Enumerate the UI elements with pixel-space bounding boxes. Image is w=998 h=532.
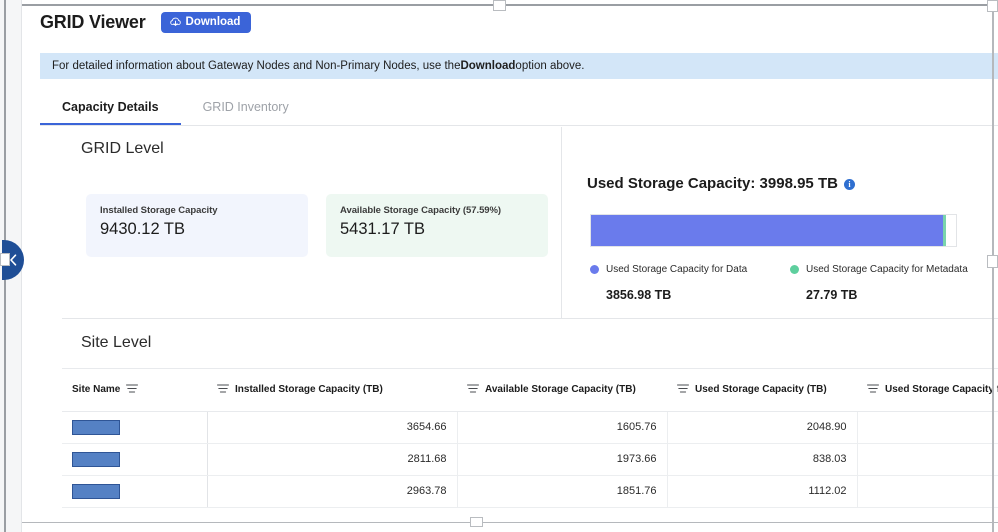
cell-installed: 3654.66: [207, 411, 457, 443]
redacted-site-name: [72, 484, 120, 499]
legend-value-metadata: 27.79 TB: [806, 288, 990, 302]
redacted-site-name: [72, 452, 120, 467]
column-header-used-data[interactable]: Used Storage Capacity for Data (: [857, 369, 998, 411]
cell-used-data: 803: [857, 443, 998, 475]
legend-head-data: Used Storage Capacity for Data: [590, 264, 790, 275]
tab-capacity-details-label: Capacity Details: [62, 100, 159, 114]
column-label-used-data: Used Storage Capacity for Data (: [885, 384, 998, 395]
cell-installed: 2963.78: [207, 475, 457, 507]
column-header-available[interactable]: Available Storage Capacity (TB): [457, 369, 667, 411]
used-storage-panel: Used Storage Capacity: 3998.95 TB i Used…: [562, 127, 998, 319]
filter-icon-site-name[interactable]: [126, 384, 138, 396]
available-capacity-value: 5431.17 TB: [340, 220, 534, 239]
table-header-row: Site Name: [62, 369, 998, 411]
tab-bar-divider: [40, 125, 998, 126]
column-label-site-name: Site Name: [72, 384, 120, 395]
cell-site-name: [62, 443, 207, 475]
tab-capacity-details[interactable]: Capacity Details: [40, 90, 181, 126]
legend-dot-metadata-icon: [790, 265, 799, 274]
cell-used-data: 1993: [857, 411, 998, 443]
cell-site-name: [62, 411, 207, 443]
cell-available: 1973.66: [457, 443, 667, 475]
site-level-table: Site Name: [62, 369, 998, 508]
used-storage-bar: [590, 214, 957, 247]
banner-text-before: For detailed information about Gateway N…: [52, 60, 460, 72]
cell-available: 1851.76: [457, 475, 667, 507]
tab-bar: Capacity Details GRID Inventory: [40, 90, 998, 126]
download-button-label: Download: [186, 17, 241, 29]
download-button[interactable]: Download: [161, 12, 252, 34]
installed-capacity-label: Installed Storage Capacity: [100, 205, 294, 216]
filter-icon-installed[interactable]: [217, 384, 229, 396]
grid-level-panel: GRID Level Installed Storage Capacity 94…: [62, 127, 562, 319]
redacted-site-name: [72, 420, 120, 435]
available-capacity-label: Available Storage Capacity (57.59%): [340, 205, 534, 216]
banner-emphasis: Download: [460, 60, 515, 72]
table-row[interactable]: 2811.68 1973.66 838.03 803: [62, 443, 998, 475]
used-storage-title: Used Storage Capacity: 3998.95 TB i: [587, 175, 855, 192]
info-banner: For detailed information about Gateway N…: [40, 53, 998, 79]
info-icon[interactable]: i: [844, 179, 855, 190]
table-row[interactable]: 3654.66 1605.76 2048.90 1993: [62, 411, 998, 443]
filter-icon-available[interactable]: [467, 384, 479, 396]
bar-segment-data: [591, 215, 943, 246]
grid-viewer-page: GRID Viewer Download For detailed inform…: [0, 0, 998, 532]
cell-used: 2048.90: [667, 411, 857, 443]
column-label-installed: Installed Storage Capacity (TB): [235, 384, 383, 395]
installed-capacity-value: 9430.12 TB: [100, 220, 294, 239]
tab-grid-inventory[interactable]: GRID Inventory: [181, 90, 311, 126]
cell-used: 838.03: [667, 443, 857, 475]
bar-segment-free: [946, 215, 956, 246]
filter-icon-used-data[interactable]: [867, 384, 879, 396]
site-level-table-wrapper: Site Name: [62, 368, 998, 508]
main-canvas: GRID Viewer Download For detailed inform…: [22, 0, 998, 532]
download-icon: [170, 17, 181, 28]
page-header: GRID Viewer Download: [22, 0, 998, 45]
available-capacity-card: Available Storage Capacity (57.59%) 5431…: [326, 194, 548, 257]
chevron-left-icon: [9, 254, 17, 266]
legend-label-metadata: Used Storage Capacity for Metadata: [806, 264, 968, 275]
vertical-scroll-thumb-bottom[interactable]: [987, 255, 998, 268]
tab-grid-inventory-label: GRID Inventory: [203, 100, 289, 114]
filter-icon-used[interactable]: [677, 384, 689, 396]
used-storage-legend: Used Storage Capacity for Data 3856.98 T…: [590, 264, 990, 302]
cell-available: 1605.76: [457, 411, 667, 443]
rail-scroll-thumb[interactable]: [0, 253, 10, 266]
column-header-site-name[interactable]: Site Name: [62, 369, 207, 411]
column-label-used: Used Storage Capacity (TB): [695, 384, 827, 395]
legend-item-data: Used Storage Capacity for Data 3856.98 T…: [590, 264, 790, 302]
top-scroll-track[interactable]: [22, 4, 998, 6]
legend-dot-data-icon: [590, 265, 599, 274]
used-storage-title-text: Used Storage Capacity: 3998.95 TB: [587, 175, 838, 192]
cell-used: 1112.02: [667, 475, 857, 507]
column-header-installed[interactable]: Installed Storage Capacity (TB): [207, 369, 457, 411]
grid-level-cards: Installed Storage Capacity 9430.12 TB Av…: [86, 194, 548, 257]
page-title: GRID Viewer: [40, 12, 146, 33]
bottom-scroll-track[interactable]: [22, 522, 998, 523]
legend-label-data: Used Storage Capacity for Data: [606, 264, 747, 275]
site-level-title: Site Level: [81, 334, 151, 352]
installed-capacity-card: Installed Storage Capacity 9430.12 TB: [86, 194, 308, 257]
legend-value-data: 3856.98 TB: [606, 288, 790, 302]
column-label-available: Available Storage Capacity (TB): [485, 384, 636, 395]
legend-item-metadata: Used Storage Capacity for Metadata 27.79…: [790, 264, 990, 302]
grid-level-title: GRID Level: [81, 140, 164, 158]
table-row[interactable]: 2963.78 1851.76 1112.02 1066: [62, 475, 998, 507]
vertical-scroll-thumb-top[interactable]: [987, 0, 998, 12]
cell-site-name: [62, 475, 207, 507]
legend-head-metadata: Used Storage Capacity for Metadata: [790, 264, 990, 275]
top-scroll-thumb[interactable]: [493, 0, 506, 11]
column-header-used[interactable]: Used Storage Capacity (TB): [667, 369, 857, 411]
banner-text-after: option above.: [515, 60, 584, 72]
cell-used-data: 1066: [857, 475, 998, 507]
cell-installed: 2811.68: [207, 443, 457, 475]
bottom-scroll-thumb[interactable]: [470, 517, 483, 527]
